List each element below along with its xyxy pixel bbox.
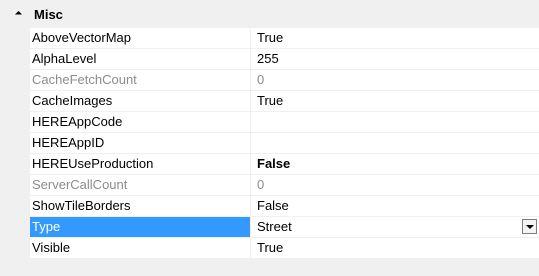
property-row-hereappcode[interactable]: HEREAppCode (30, 112, 539, 133)
property-value[interactable] (251, 133, 539, 153)
property-name[interactable]: HEREAppCode (30, 112, 251, 132)
property-value: 0 (257, 177, 265, 192)
property-value[interactable]: False (251, 196, 539, 216)
property-name[interactable]: CacheFetchCount (30, 70, 251, 90)
property-row-hereappid[interactable]: HEREAppID (30, 133, 539, 154)
property-name[interactable]: AboveVectorMap (30, 28, 251, 48)
property-value[interactable]: 255 (251, 49, 539, 69)
property-row-cachefetchcount[interactable]: CacheFetchCount 0 (30, 70, 539, 91)
property-value: 0 (257, 72, 265, 87)
property-name[interactable]: AlphaLevel (30, 49, 251, 69)
property-row-showtileborders[interactable]: ShowTileBorders False (30, 196, 539, 217)
property-name[interactable]: ServerCallCount (30, 175, 251, 195)
property-value[interactable]: False (251, 154, 539, 174)
property-row-visible[interactable]: Visible True (30, 238, 539, 259)
property-row-abovevectormap[interactable]: AboveVectorMap True (30, 28, 539, 49)
property-row-type[interactable]: Type Street (30, 217, 539, 238)
property-value[interactable]: True (251, 28, 539, 48)
dropdown-arrow-icon[interactable] (522, 219, 537, 234)
property-value[interactable]: True (251, 238, 539, 258)
property-name[interactable]: Visible (30, 238, 251, 258)
property-rows: AboveVectorMap True AlphaLevel 255 Cache… (30, 28, 539, 259)
property-grid: Misc AboveVectorMap True AlphaLevel 255 … (0, 0, 539, 276)
property-value[interactable] (251, 112, 539, 132)
property-row-hereuseproduction[interactable]: HEREUseProduction False (30, 154, 539, 175)
category-misc[interactable]: Misc (0, 6, 539, 26)
collapse-arrow-icon[interactable] (14, 10, 23, 19)
property-name[interactable]: Type (30, 217, 251, 237)
property-name[interactable]: CacheImages (30, 91, 251, 111)
property-row-alphalevel[interactable]: AlphaLevel 255 (30, 49, 539, 70)
property-name[interactable]: ShowTileBorders (30, 196, 251, 216)
property-row-cacheimages[interactable]: CacheImages True (30, 91, 539, 112)
property-row-servercallcount[interactable]: ServerCallCount 0 (30, 175, 539, 196)
property-name[interactable]: HEREAppID (30, 133, 251, 153)
property-name[interactable]: HEREUseProduction (30, 154, 251, 174)
property-value-dropdown[interactable]: Street (251, 217, 539, 237)
property-value[interactable]: True (251, 91, 539, 111)
category-title: Misc (34, 7, 63, 22)
dropdown-value: Street (257, 219, 292, 234)
